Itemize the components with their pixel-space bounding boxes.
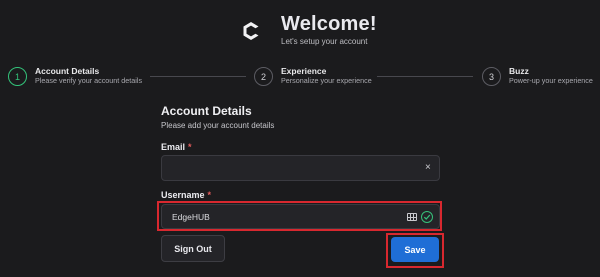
step-connector bbox=[377, 76, 473, 77]
step-1-indicator: 1 bbox=[8, 67, 27, 86]
step-1-subtitle: Please verify your account details bbox=[35, 76, 143, 85]
step-2-title: Experience bbox=[281, 66, 327, 76]
email-label-text: Email bbox=[161, 142, 186, 152]
username-highlight-frame bbox=[157, 201, 442, 231]
step-2-indicator: 2 bbox=[254, 67, 273, 86]
email-field[interactable]: × bbox=[161, 155, 440, 181]
page-subtitle: Let's setup your account bbox=[281, 37, 368, 46]
step-2-subtitle: Personalize your experience bbox=[281, 76, 372, 85]
page-title: Welcome! bbox=[281, 13, 377, 35]
step-3-title: Buzz bbox=[509, 66, 529, 76]
username-label-text: Username bbox=[161, 190, 205, 200]
required-mark: * bbox=[188, 142, 192, 152]
form-title: Account Details bbox=[161, 104, 252, 118]
step-3-subtitle: Power-up your experience bbox=[509, 76, 593, 85]
email-label: Email * bbox=[161, 142, 192, 152]
username-label: Username * bbox=[161, 190, 211, 200]
edge-c-logo-icon bbox=[243, 22, 259, 40]
save-button[interactable]: Save bbox=[391, 237, 439, 262]
form-subtitle: Please add your account details bbox=[161, 121, 275, 130]
step-3-indicator: 3 bbox=[482, 67, 501, 86]
clear-icon[interactable]: × bbox=[425, 163, 431, 173]
sign-out-button[interactable]: Sign Out bbox=[161, 235, 225, 262]
required-mark: * bbox=[207, 190, 212, 200]
step-1-title: Account Details bbox=[35, 66, 100, 76]
step-connector bbox=[150, 76, 246, 77]
